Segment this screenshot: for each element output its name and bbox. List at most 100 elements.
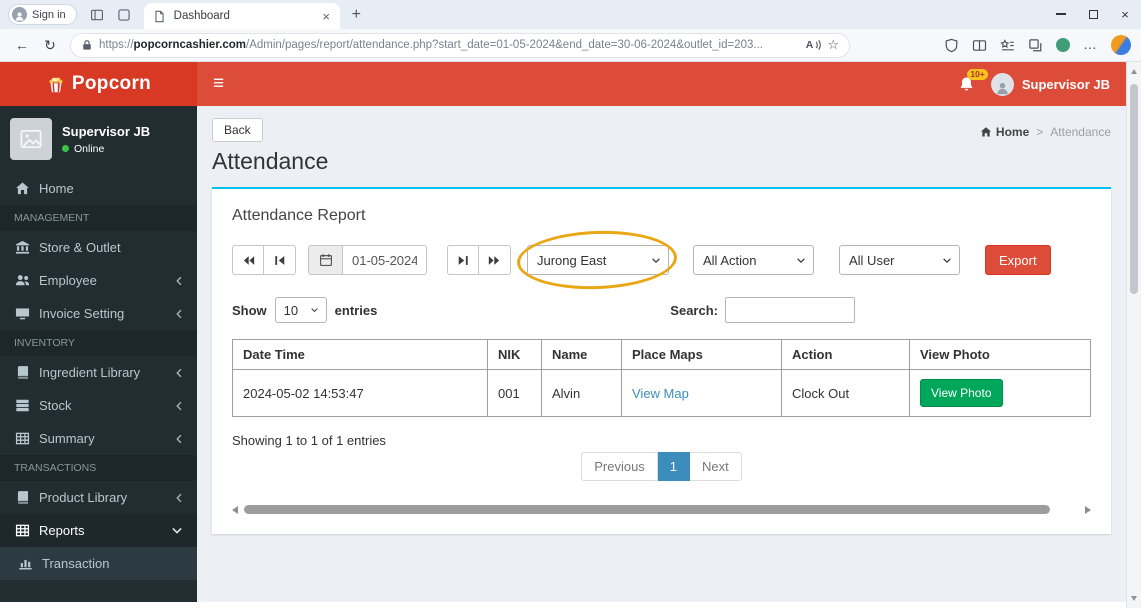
workspaces-icon[interactable] (117, 8, 131, 22)
sidebar-item-ingredient-library[interactable]: Ingredient Library (0, 356, 197, 389)
notifications-button[interactable]: 10+ (958, 68, 989, 93)
sidebar: Supervisor JB Online Home MANAGEMENT Sto… (0, 106, 197, 602)
entries-per-page-select[interactable]: 10 (274, 297, 327, 323)
favorite-star-icon[interactable]: ☆ (827, 37, 839, 53)
browser-essentials-icon[interactable] (944, 38, 959, 53)
user-photo-placeholder-icon (10, 118, 52, 160)
step-backward-button[interactable] (264, 245, 296, 275)
sidebar-item-store-outlet[interactable]: Store & Outlet (0, 231, 197, 264)
action-select[interactable]: All Action (693, 245, 814, 275)
sidebar-section-management: MANAGEMENT (0, 205, 197, 231)
online-status-dot (62, 145, 69, 152)
col-date-time: Date Time (232, 339, 488, 370)
date-nav-back-group (232, 245, 296, 275)
app-window: Popcorn ≡ 10+ Supervisor JB Supervisor J… (0, 62, 1126, 602)
vertical-scrollbar[interactable] (1126, 62, 1141, 608)
cell-action: Clock Out (781, 369, 910, 417)
scroll-right-arrow[interactable] (1085, 505, 1091, 514)
browser-tab-dashboard[interactable]: Dashboard × (143, 3, 340, 29)
online-status-label: Online (74, 142, 105, 155)
export-button[interactable]: Export (985, 245, 1051, 275)
cell-date-time: 2024-05-02 14:53:47 (232, 369, 488, 417)
breadcrumb-home-link[interactable]: Home (980, 125, 1029, 139)
pagination-next[interactable]: Next (690, 452, 742, 481)
browser-back-button[interactable]: ← (10, 37, 34, 53)
table-row: 2024-05-02 14:53:47 001 Alvin View Map C… (232, 369, 1091, 417)
browser-toolbar-icons: … (944, 35, 1131, 55)
breadcrumb-current: Attendance (1050, 125, 1111, 139)
favorites-icon[interactable] (1000, 38, 1015, 53)
bank-icon (14, 240, 30, 255)
minimize-icon (1056, 13, 1066, 15)
sidebar-item-summary[interactable]: Summary (0, 422, 197, 455)
browser-signin-button[interactable]: Sign in (8, 4, 77, 25)
table-controls: Show 10 entries Search: (232, 297, 1091, 323)
report-title: Attendance Report (232, 207, 366, 224)
vertical-scrollbar-thumb[interactable] (1130, 84, 1138, 294)
horizontal-scrollbar-thumb[interactable] (244, 505, 1050, 514)
view-photo-button[interactable]: View Photo (920, 379, 1003, 407)
window-controls: × (1045, 0, 1141, 28)
user-menu[interactable]: Supervisor JB (990, 72, 1110, 96)
sidebar-item-stock[interactable]: Stock (0, 389, 197, 422)
pagination-page-1[interactable]: 1 (657, 452, 691, 481)
browser-profile-avatar[interactable] (1111, 35, 1131, 55)
settings-more-icon[interactable]: … (1083, 38, 1098, 51)
table-icon (14, 523, 30, 538)
search-input[interactable] (725, 297, 855, 323)
window-maximize-button[interactable] (1077, 0, 1109, 28)
sidebar-item-employee[interactable]: Employee (0, 264, 197, 297)
tab-actions-icon[interactable] (90, 8, 104, 22)
scroll-up-arrow[interactable] (1131, 69, 1137, 74)
book-icon (14, 490, 30, 505)
sidebar-toggle-button[interactable]: ≡ (197, 73, 240, 95)
split-screen-icon[interactable] (972, 38, 987, 53)
sidebar-item-product-library[interactable]: Product Library (0, 481, 197, 514)
extension-icon[interactable] (1056, 38, 1070, 52)
step-forward-button[interactable] (447, 245, 479, 275)
table-header-row: Date Time NIK Name Place Maps Action Vie… (232, 339, 1091, 370)
book-icon (14, 365, 30, 380)
page-favicon-icon (153, 10, 166, 23)
outlet-select[interactable]: Jurong East (527, 245, 669, 275)
fast-backward-button[interactable] (232, 245, 264, 275)
sidebar-section-transactions: TRANSACTIONS (0, 455, 197, 481)
view-map-link[interactable]: View Map (632, 386, 689, 401)
tab-close-icon[interactable]: × (318, 8, 335, 25)
home-icon (980, 126, 992, 138)
collections-icon[interactable] (1028, 38, 1043, 53)
sidebar-item-home[interactable]: Home (0, 172, 197, 205)
window-close-button[interactable]: × (1109, 0, 1141, 28)
search-label: Search: (670, 302, 718, 318)
header-user-name: Supervisor JB (1021, 76, 1110, 92)
read-aloud-icon[interactable]: A (806, 39, 822, 51)
lock-icon[interactable] (81, 39, 93, 51)
fast-forward-icon (488, 255, 501, 266)
fast-forward-button[interactable] (479, 245, 511, 275)
signin-label: Sign in (32, 8, 66, 21)
calendar-button[interactable] (308, 245, 342, 275)
scroll-left-arrow[interactable] (232, 505, 238, 514)
pagination-previous[interactable]: Previous (581, 452, 658, 481)
maximize-icon (1088, 9, 1098, 19)
sidebar-menu: Home MANAGEMENT Store & Outlet Employee … (0, 172, 197, 580)
sidebar-item-transaction[interactable]: Transaction (0, 547, 197, 580)
horizontal-scrollbar[interactable] (232, 505, 1091, 514)
browser-tab-strip: Sign in Dashboard × + × (0, 0, 1141, 29)
start-date-input[interactable] (342, 245, 427, 275)
window-minimize-button[interactable] (1045, 0, 1077, 28)
back-button[interactable]: Back (212, 118, 263, 142)
horizontal-scrollbar-track[interactable] (244, 505, 1079, 514)
scroll-down-arrow[interactable] (1131, 596, 1137, 601)
show-label: Show (232, 302, 267, 318)
sidebar-item-reports[interactable]: Reports (0, 514, 197, 547)
user-select[interactable]: All User (839, 245, 960, 275)
browser-refresh-button[interactable]: ↻ (38, 37, 62, 54)
brand-logo[interactable]: Popcorn (0, 62, 197, 106)
start-date-group (308, 245, 427, 275)
new-tab-button[interactable]: + (352, 6, 361, 23)
notification-badge: 10+ (966, 68, 989, 80)
chevron-left-icon (175, 275, 183, 287)
url-bar[interactable]: https://popcorncashier.com/Admin/pages/r… (70, 32, 850, 58)
sidebar-item-invoice-setting[interactable]: Invoice Setting (0, 297, 197, 330)
